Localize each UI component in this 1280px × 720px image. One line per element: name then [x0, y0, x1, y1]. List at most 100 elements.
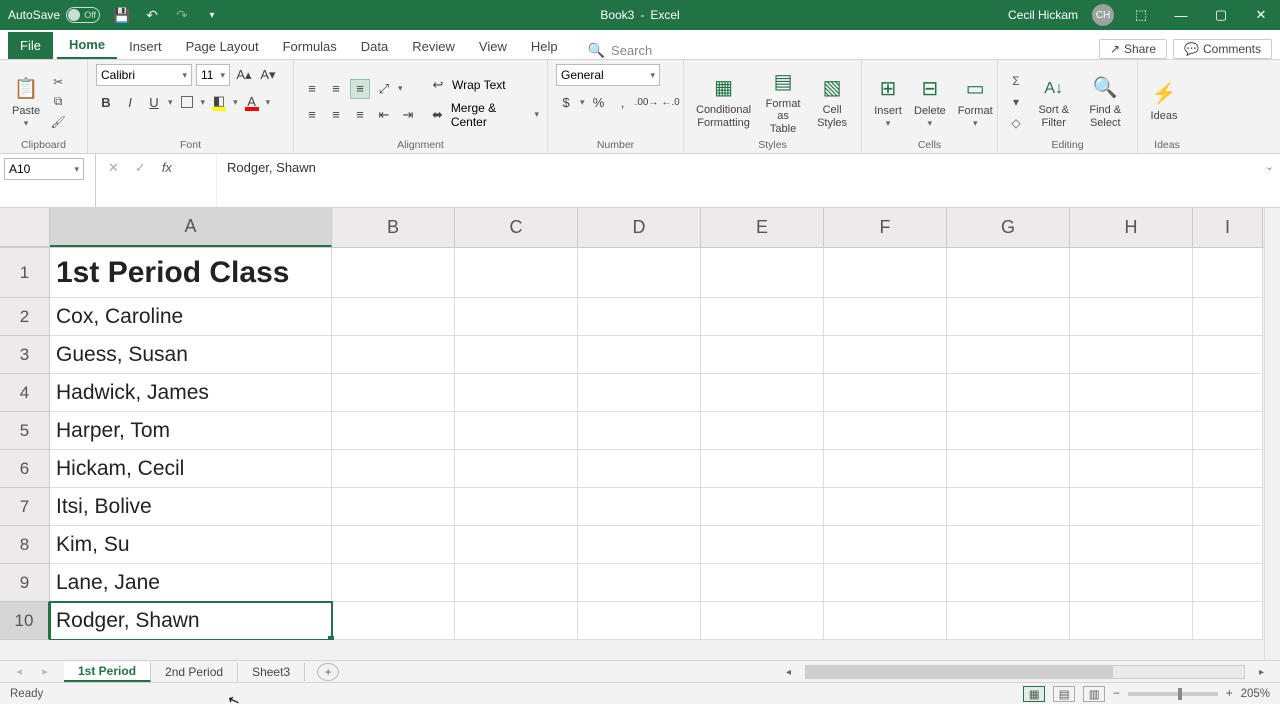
- cell-B5[interactable]: [332, 412, 455, 450]
- tab-view[interactable]: View: [467, 33, 519, 59]
- cell-C1[interactable]: [455, 248, 578, 298]
- cell-F10[interactable]: [824, 602, 947, 640]
- ideas-button[interactable]: ⚡Ideas: [1146, 78, 1182, 124]
- row-header[interactable]: 7: [0, 488, 50, 526]
- cell-E7[interactable]: [701, 488, 824, 526]
- cell-C3[interactable]: [455, 336, 578, 374]
- cell-B2[interactable]: [332, 298, 455, 336]
- row-header[interactable]: 6: [0, 450, 50, 488]
- cell-F4[interactable]: [824, 374, 947, 412]
- cell-D1[interactable]: [578, 248, 701, 298]
- cell-H7[interactable]: [1070, 488, 1193, 526]
- tab-data[interactable]: Data: [349, 33, 400, 59]
- minimize-button[interactable]: —: [1168, 2, 1194, 28]
- cell-D5[interactable]: [578, 412, 701, 450]
- cell-E1[interactable]: [701, 248, 824, 298]
- cell-F9[interactable]: [824, 564, 947, 602]
- cell-D9[interactable]: [578, 564, 701, 602]
- name-box[interactable]: A10▾: [4, 158, 84, 180]
- sort-filter-button[interactable]: A↓Sort & Filter: [1030, 72, 1078, 130]
- row-header[interactable]: 1: [0, 248, 50, 298]
- percent-format-icon[interactable]: %: [589, 92, 609, 112]
- vertical-scrollbar[interactable]: [1264, 208, 1280, 660]
- align-bottom-icon[interactable]: ≡: [350, 79, 370, 99]
- row-header[interactable]: 9: [0, 564, 50, 602]
- row-header[interactable]: 2: [0, 298, 50, 336]
- user-avatar[interactable]: CH: [1092, 4, 1114, 26]
- tab-help[interactable]: Help: [519, 33, 570, 59]
- clear-icon[interactable]: ◇: [1006, 114, 1026, 132]
- cell-C4[interactable]: [455, 374, 578, 412]
- zoom-slider[interactable]: [1128, 692, 1218, 696]
- col-header-D[interactable]: D: [578, 208, 701, 247]
- col-header-F[interactable]: F: [824, 208, 947, 247]
- cell-H8[interactable]: [1070, 526, 1193, 564]
- cell-I10[interactable]: [1193, 602, 1263, 640]
- cell-C2[interactable]: [455, 298, 578, 336]
- cell-G9[interactable]: [947, 564, 1070, 602]
- increase-decimal-icon[interactable]: .00→: [637, 92, 657, 112]
- copy-icon[interactable]: ⧉: [48, 93, 68, 111]
- paste-button[interactable]: 📋 Paste ▾: [8, 73, 44, 131]
- maximize-button[interactable]: ▢: [1208, 2, 1234, 28]
- cell-F6[interactable]: [824, 450, 947, 488]
- cell-I4[interactable]: [1193, 374, 1263, 412]
- user-name[interactable]: Cecil Hickam: [1008, 8, 1078, 22]
- cell-C7[interactable]: [455, 488, 578, 526]
- cell-E5[interactable]: [701, 412, 824, 450]
- cell-A4[interactable]: Hadwick, James: [50, 374, 332, 412]
- find-select-button[interactable]: 🔍Find & Select: [1082, 72, 1130, 130]
- cell-G5[interactable]: [947, 412, 1070, 450]
- zoom-level[interactable]: 205%: [1241, 688, 1270, 700]
- cell-H3[interactable]: [1070, 336, 1193, 374]
- cell-G3[interactable]: [947, 336, 1070, 374]
- cell-A2[interactable]: Cox, Caroline: [50, 298, 332, 336]
- col-header-I[interactable]: I: [1193, 208, 1263, 247]
- expand-formula-bar-icon[interactable]: ⌄: [1265, 160, 1274, 173]
- cell-G4[interactable]: [947, 374, 1070, 412]
- cell-I2[interactable]: [1193, 298, 1263, 336]
- align-middle-icon[interactable]: ≡: [326, 79, 346, 99]
- cell-E4[interactable]: [701, 374, 824, 412]
- cell-E3[interactable]: [701, 336, 824, 374]
- cell-I8[interactable]: [1193, 526, 1263, 564]
- hscroll-right-icon[interactable]: ▸: [1259, 667, 1264, 678]
- share-button[interactable]: ↗Share: [1099, 39, 1167, 59]
- cell-F7[interactable]: [824, 488, 947, 526]
- cell-I3[interactable]: [1193, 336, 1263, 374]
- tab-home[interactable]: Home: [57, 31, 117, 59]
- col-header-B[interactable]: B: [332, 208, 455, 247]
- cancel-formula-icon[interactable]: ✕: [108, 160, 119, 176]
- autosum-icon[interactable]: Σ: [1006, 72, 1026, 90]
- font-size-combo[interactable]: 11▾: [196, 64, 230, 86]
- cell-H6[interactable]: [1070, 450, 1193, 488]
- cell-F5[interactable]: [824, 412, 947, 450]
- horizontal-scrollbar[interactable]: ◂ ▸: [786, 664, 1264, 680]
- cell-A10[interactable]: Rodger, Shawn: [50, 602, 332, 640]
- sheet-tab-sheet3[interactable]: Sheet3: [238, 663, 305, 681]
- cell-G2[interactable]: [947, 298, 1070, 336]
- cell-E10[interactable]: [701, 602, 824, 640]
- tab-scroll-right-icon[interactable]: ▸: [42, 665, 48, 678]
- cell-D2[interactable]: [578, 298, 701, 336]
- insert-cells-button[interactable]: ⊞Insert▾: [870, 73, 906, 131]
- cell-H4[interactable]: [1070, 374, 1193, 412]
- decrease-indent-icon[interactable]: ⇤: [374, 105, 394, 125]
- cell-A8[interactable]: Kim, Su: [50, 526, 332, 564]
- cell-A7[interactable]: Itsi, Bolive: [50, 488, 332, 526]
- cell-C6[interactable]: [455, 450, 578, 488]
- align-center-icon[interactable]: ≡: [326, 105, 346, 125]
- cell-B9[interactable]: [332, 564, 455, 602]
- cell-F1[interactable]: [824, 248, 947, 298]
- col-header-C[interactable]: C: [455, 208, 578, 247]
- font-color-button[interactable]: A: [242, 92, 262, 112]
- sheet-tab-2nd-period[interactable]: 2nd Period: [151, 663, 238, 681]
- save-icon[interactable]: 💾: [114, 7, 130, 23]
- cell-D6[interactable]: [578, 450, 701, 488]
- cell-C9[interactable]: [455, 564, 578, 602]
- italic-button[interactable]: I: [120, 92, 140, 112]
- fill-color-button[interactable]: ◧: [209, 92, 229, 112]
- qat-customize-icon[interactable]: ▾: [204, 7, 220, 23]
- conditional-formatting-button[interactable]: ▦Conditional Formatting: [692, 72, 755, 130]
- grow-font-icon[interactable]: A▴: [234, 65, 254, 85]
